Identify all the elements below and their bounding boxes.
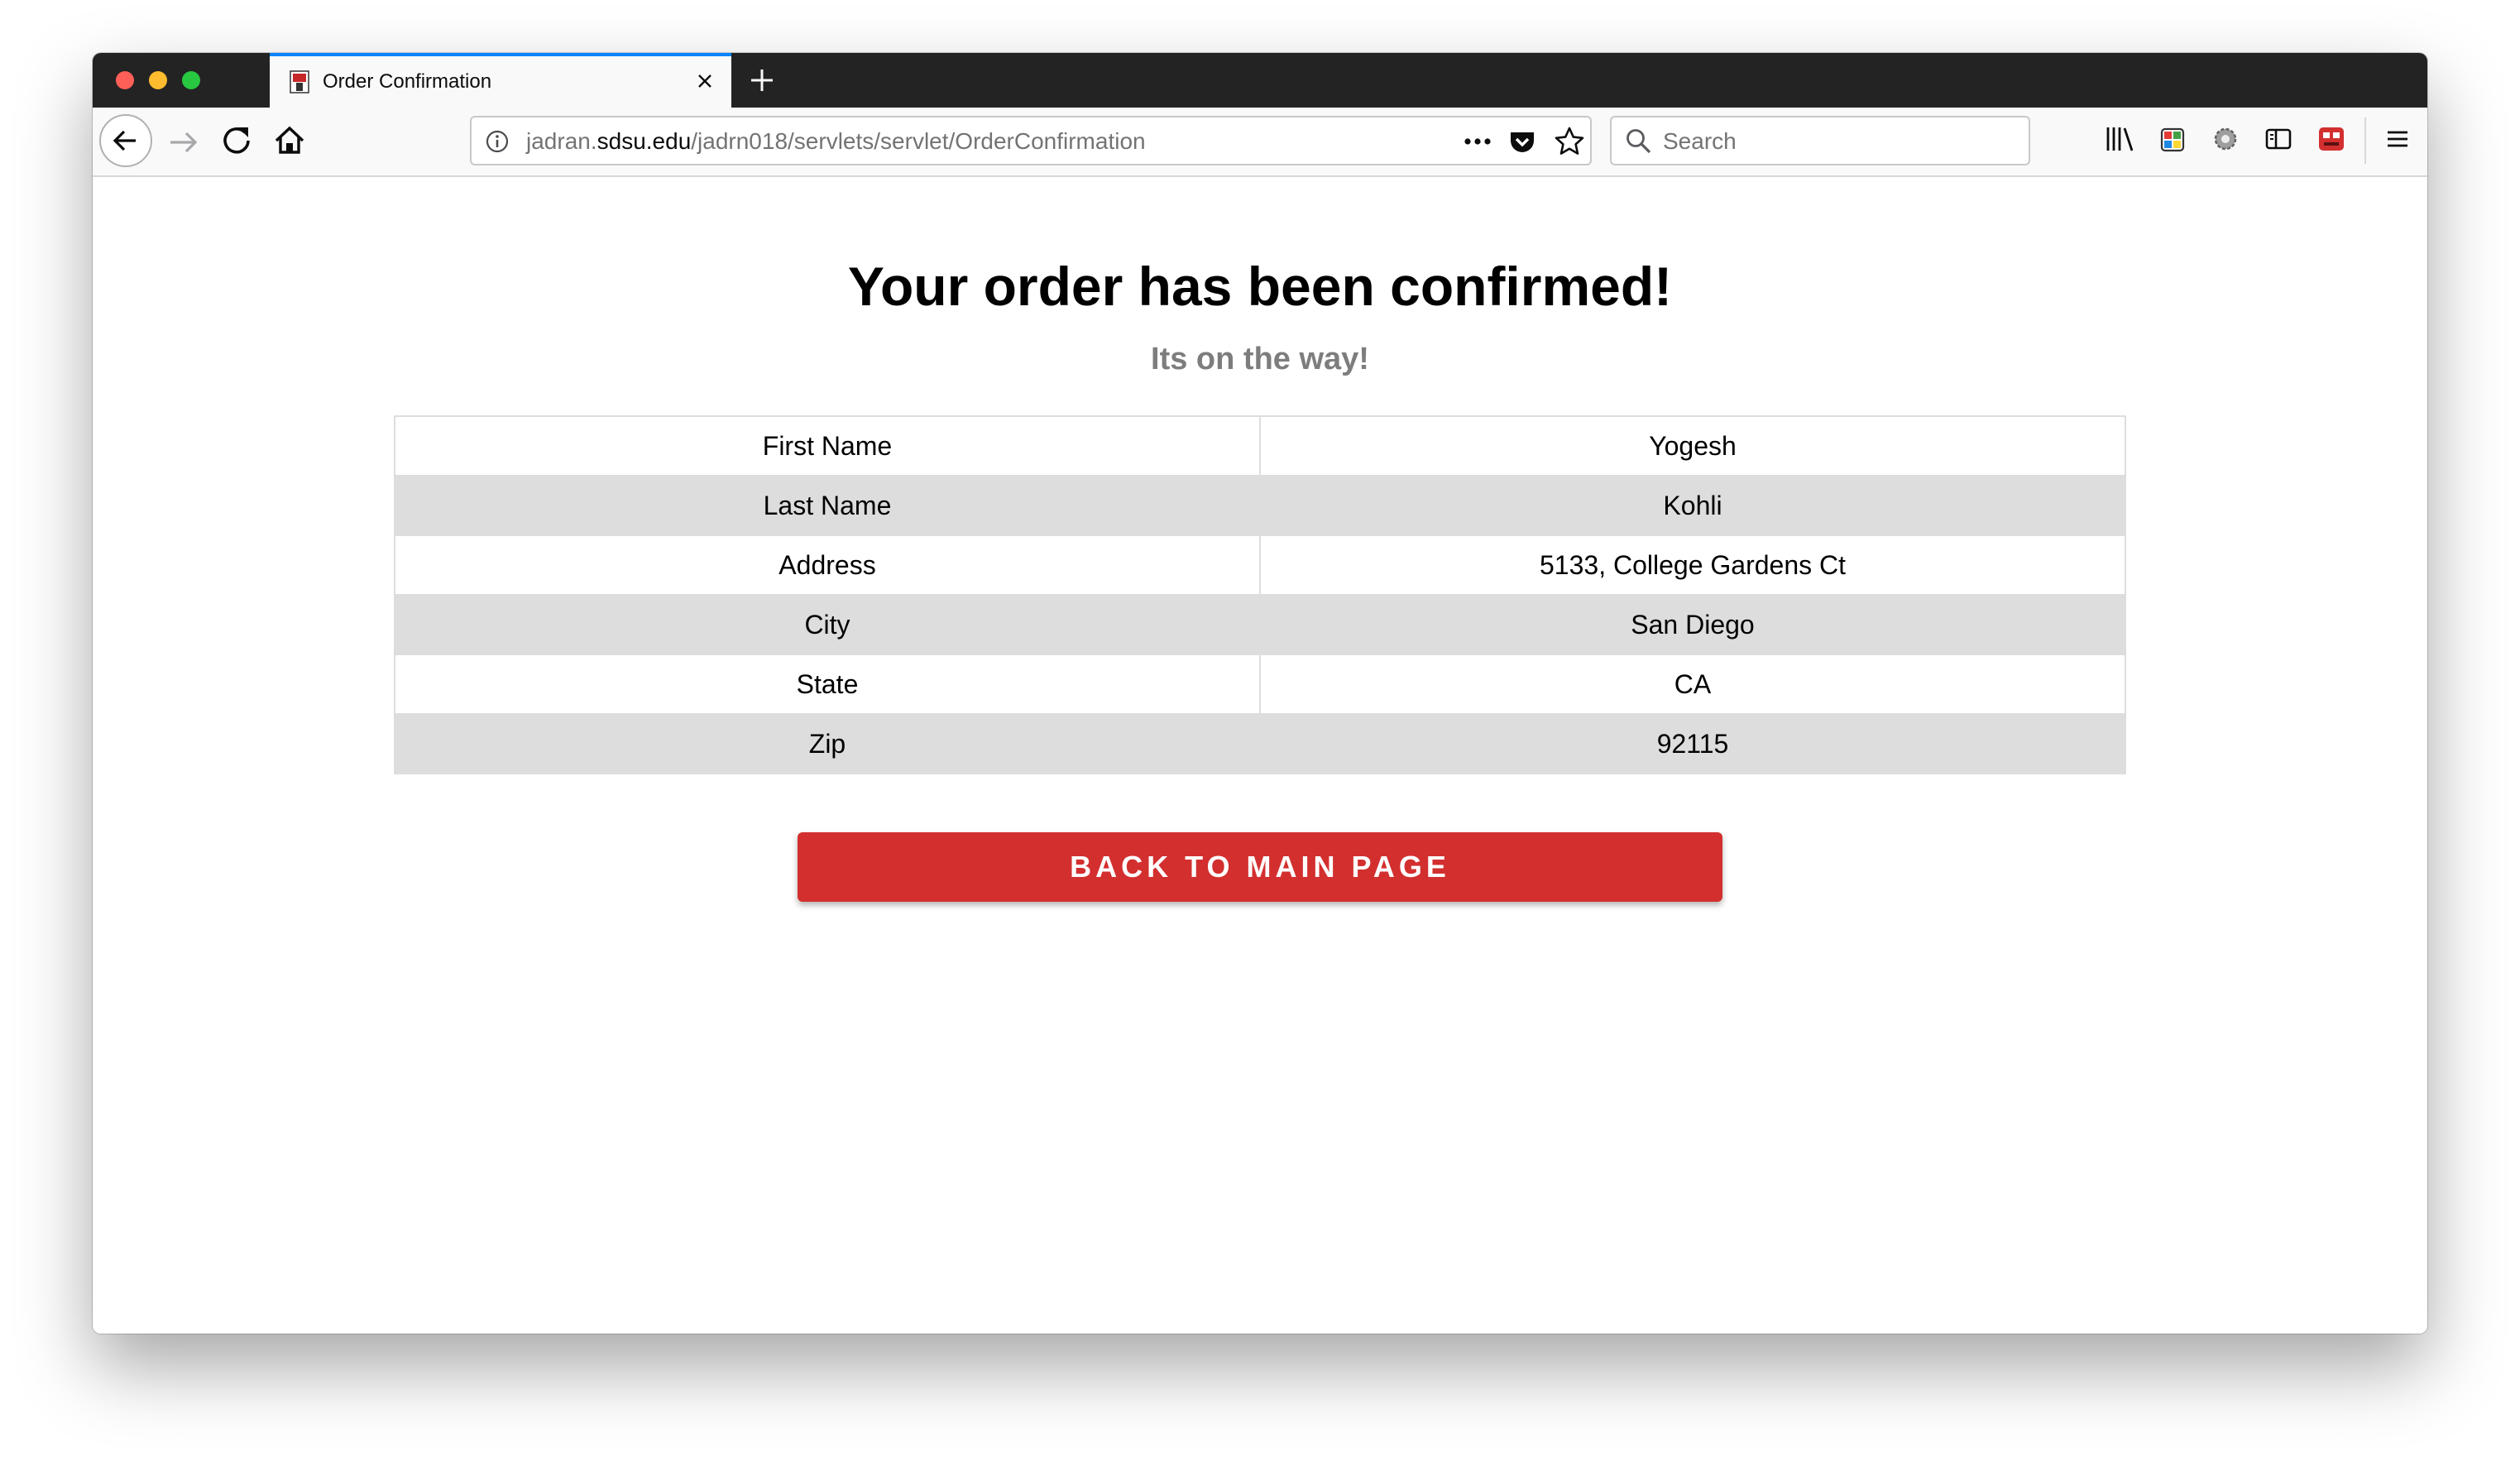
- field-value: CA: [1259, 654, 2126, 715]
- site-favicon-icon: [290, 70, 309, 93]
- extension-gear-icon[interactable]: [2209, 122, 2242, 156]
- url-text[interactable]: jadran.sdsu.edu/jadrn018/servlets/servle…: [526, 128, 1146, 155]
- home-icon[interactable]: [270, 121, 309, 160]
- field-label: City: [394, 594, 1261, 655]
- maximize-window-button[interactable]: [182, 71, 200, 89]
- tab-title: Order Confirmation: [323, 70, 492, 93]
- field-value: 5133, College Gardens Ct: [1259, 534, 2126, 596]
- browser-window: Order Confirmation jadran.sdsu.edu/jadrn…: [93, 53, 2427, 1334]
- back-button[interactable]: [99, 114, 152, 167]
- table-row: Last Name Kohli: [394, 475, 2126, 536]
- close-tab-icon[interactable]: [692, 68, 718, 94]
- back-to-main-page-button[interactable]: BACK TO MAIN PAGE: [798, 832, 1722, 902]
- field-label: Address: [394, 534, 1261, 596]
- page-content: Your order has been confirmed! Its on th…: [93, 177, 2427, 1334]
- field-label: State: [394, 654, 1261, 715]
- tab-bar: Order Confirmation: [93, 53, 2427, 108]
- search-placeholder: Search: [1663, 128, 1737, 154]
- page-subtitle: Its on the way!: [1151, 342, 1369, 376]
- table-row: City San Diego: [394, 594, 2126, 655]
- field-value: Kohli: [1259, 475, 2126, 536]
- page-title: Your order has been confirmed!: [847, 256, 1673, 317]
- sidebar-icon[interactable]: [2262, 122, 2295, 156]
- close-window-button[interactable]: [116, 71, 134, 89]
- table-row: First Name Yogesh: [394, 415, 2126, 477]
- field-label: First Name: [394, 415, 1261, 477]
- new-tab-icon[interactable]: [746, 65, 778, 96]
- back-arrow-icon: [113, 130, 136, 151]
- toolbar-divider: [2364, 117, 2366, 164]
- field-label: Zip: [394, 713, 1261, 774]
- field-label: Last Name: [394, 475, 1261, 536]
- navigation-toolbar: jadran.sdsu.edu/jadrn018/servlets/servle…: [93, 108, 2427, 177]
- field-value: San Diego: [1259, 594, 2126, 655]
- field-value: 92115: [1259, 713, 2126, 774]
- url-path: /jadrn018/servlets/servlet/OrderConfirma…: [691, 128, 1146, 154]
- search-icon: [1627, 129, 1651, 154]
- forward-arrow-icon[interactable]: [164, 122, 204, 162]
- minimize-window-button[interactable]: [149, 71, 167, 89]
- url-prefix: jadran.: [526, 128, 597, 154]
- address-bar[interactable]: jadran.sdsu.edu/jadrn018/servlets/servle…: [470, 116, 1592, 165]
- table-row: State CA: [394, 654, 2126, 715]
- table-row: Zip 92115: [394, 713, 2126, 774]
- info-icon[interactable]: [485, 129, 510, 154]
- order-details-table: First Name Yogesh Last Name Kohli Addres…: [394, 415, 2126, 774]
- library-icon[interactable]: [2103, 122, 2136, 156]
- pocket-icon[interactable]: [1507, 127, 1537, 157]
- field-value: Yogesh: [1259, 415, 2126, 477]
- page-actions-more-icon[interactable]: [1461, 127, 1494, 156]
- tab-order-confirmation[interactable]: Order Confirmation: [270, 53, 731, 108]
- extension-gift-icon[interactable]: [2156, 122, 2189, 156]
- menu-hamburger-icon[interactable]: [2381, 122, 2414, 156]
- reload-icon[interactable]: [217, 121, 256, 160]
- search-box[interactable]: Search: [1610, 116, 2030, 165]
- table-row: Address 5133, College Gardens Ct: [394, 534, 2126, 596]
- url-host: sdsu.edu: [596, 128, 692, 154]
- bookmark-star-icon[interactable]: [1554, 126, 1585, 157]
- extension-robot-icon[interactable]: [2315, 122, 2348, 156]
